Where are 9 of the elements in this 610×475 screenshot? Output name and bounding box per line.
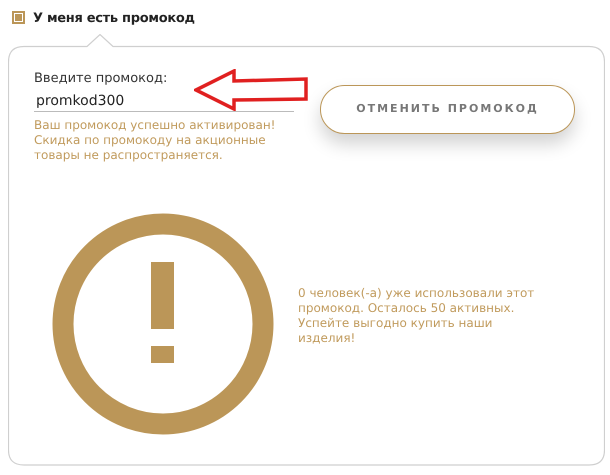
field-label: Введите промокод: [34, 70, 168, 88]
warning-icon [52, 213, 274, 435]
promo-code-field[interactable]: promkod300 [34, 90, 294, 112]
info-text: 0 человек(-а) уже использовали этот промокод. Осталось 50 активных. [298, 286, 536, 316]
info-text: Успейте выгодно купить наши изделия! [298, 316, 494, 346]
success-message: Ваш промокод успешно активирован! Скидка по промокоду на акционные товары не распространяется. [34, 118, 276, 163]
checkbox[interactable] [12, 11, 25, 24]
checkbox-label: У меня есть промокод [33, 10, 195, 28]
cancel-promo-button[interactable]: ОТМЕНИТЬ ПРОМОКОД [320, 85, 575, 134]
